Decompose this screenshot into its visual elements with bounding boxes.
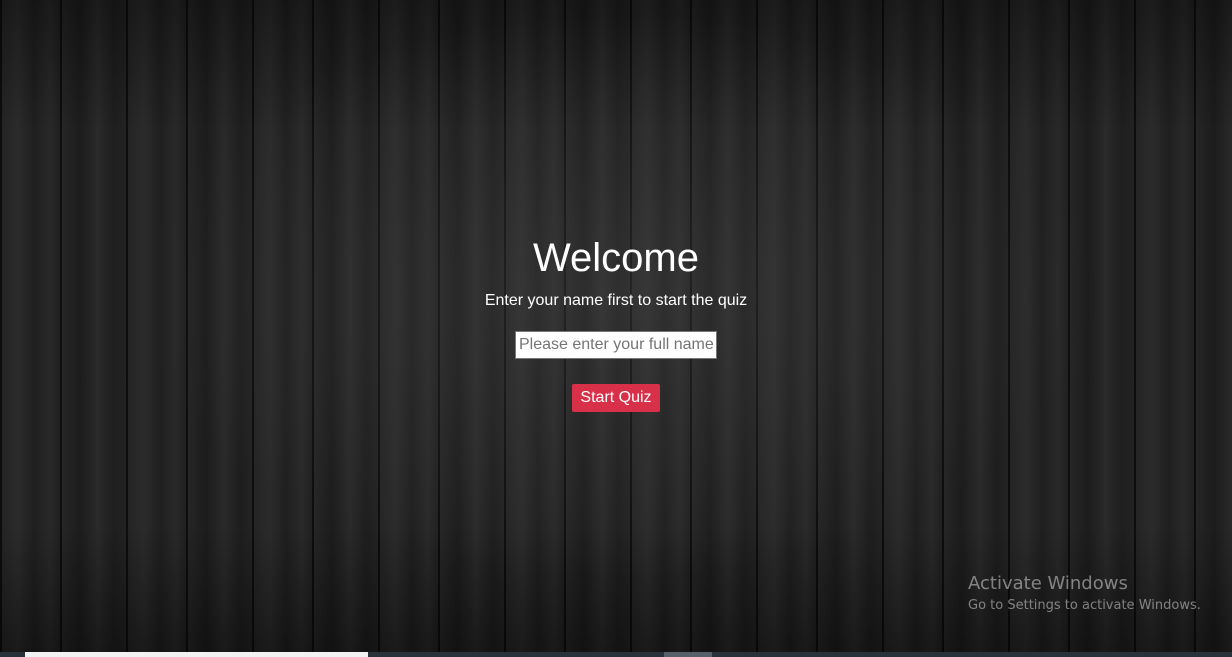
taskbar-strip: [0, 652, 1232, 657]
taskbar-active-item[interactable]: [25, 652, 368, 657]
welcome-title: Welcome: [533, 236, 699, 280]
full-name-input[interactable]: [515, 331, 717, 359]
activate-windows-watermark: Activate Windows Go to Settings to activ…: [968, 573, 1201, 616]
start-quiz-button[interactable]: Start Quiz: [572, 384, 660, 412]
watermark-title: Activate Windows: [968, 573, 1128, 594]
quiz-welcome-page: { "welcome": { "title": "Welcome", "subt…: [0, 0, 1232, 657]
welcome-container: Welcome Enter your name first to start t…: [0, 235, 1232, 412]
watermark-subtitle: Go to Settings to activate Windows.: [968, 598, 1201, 613]
taskbar-item[interactable]: [664, 652, 712, 657]
welcome-subtitle: Enter your name first to start the quiz: [484, 292, 748, 309]
